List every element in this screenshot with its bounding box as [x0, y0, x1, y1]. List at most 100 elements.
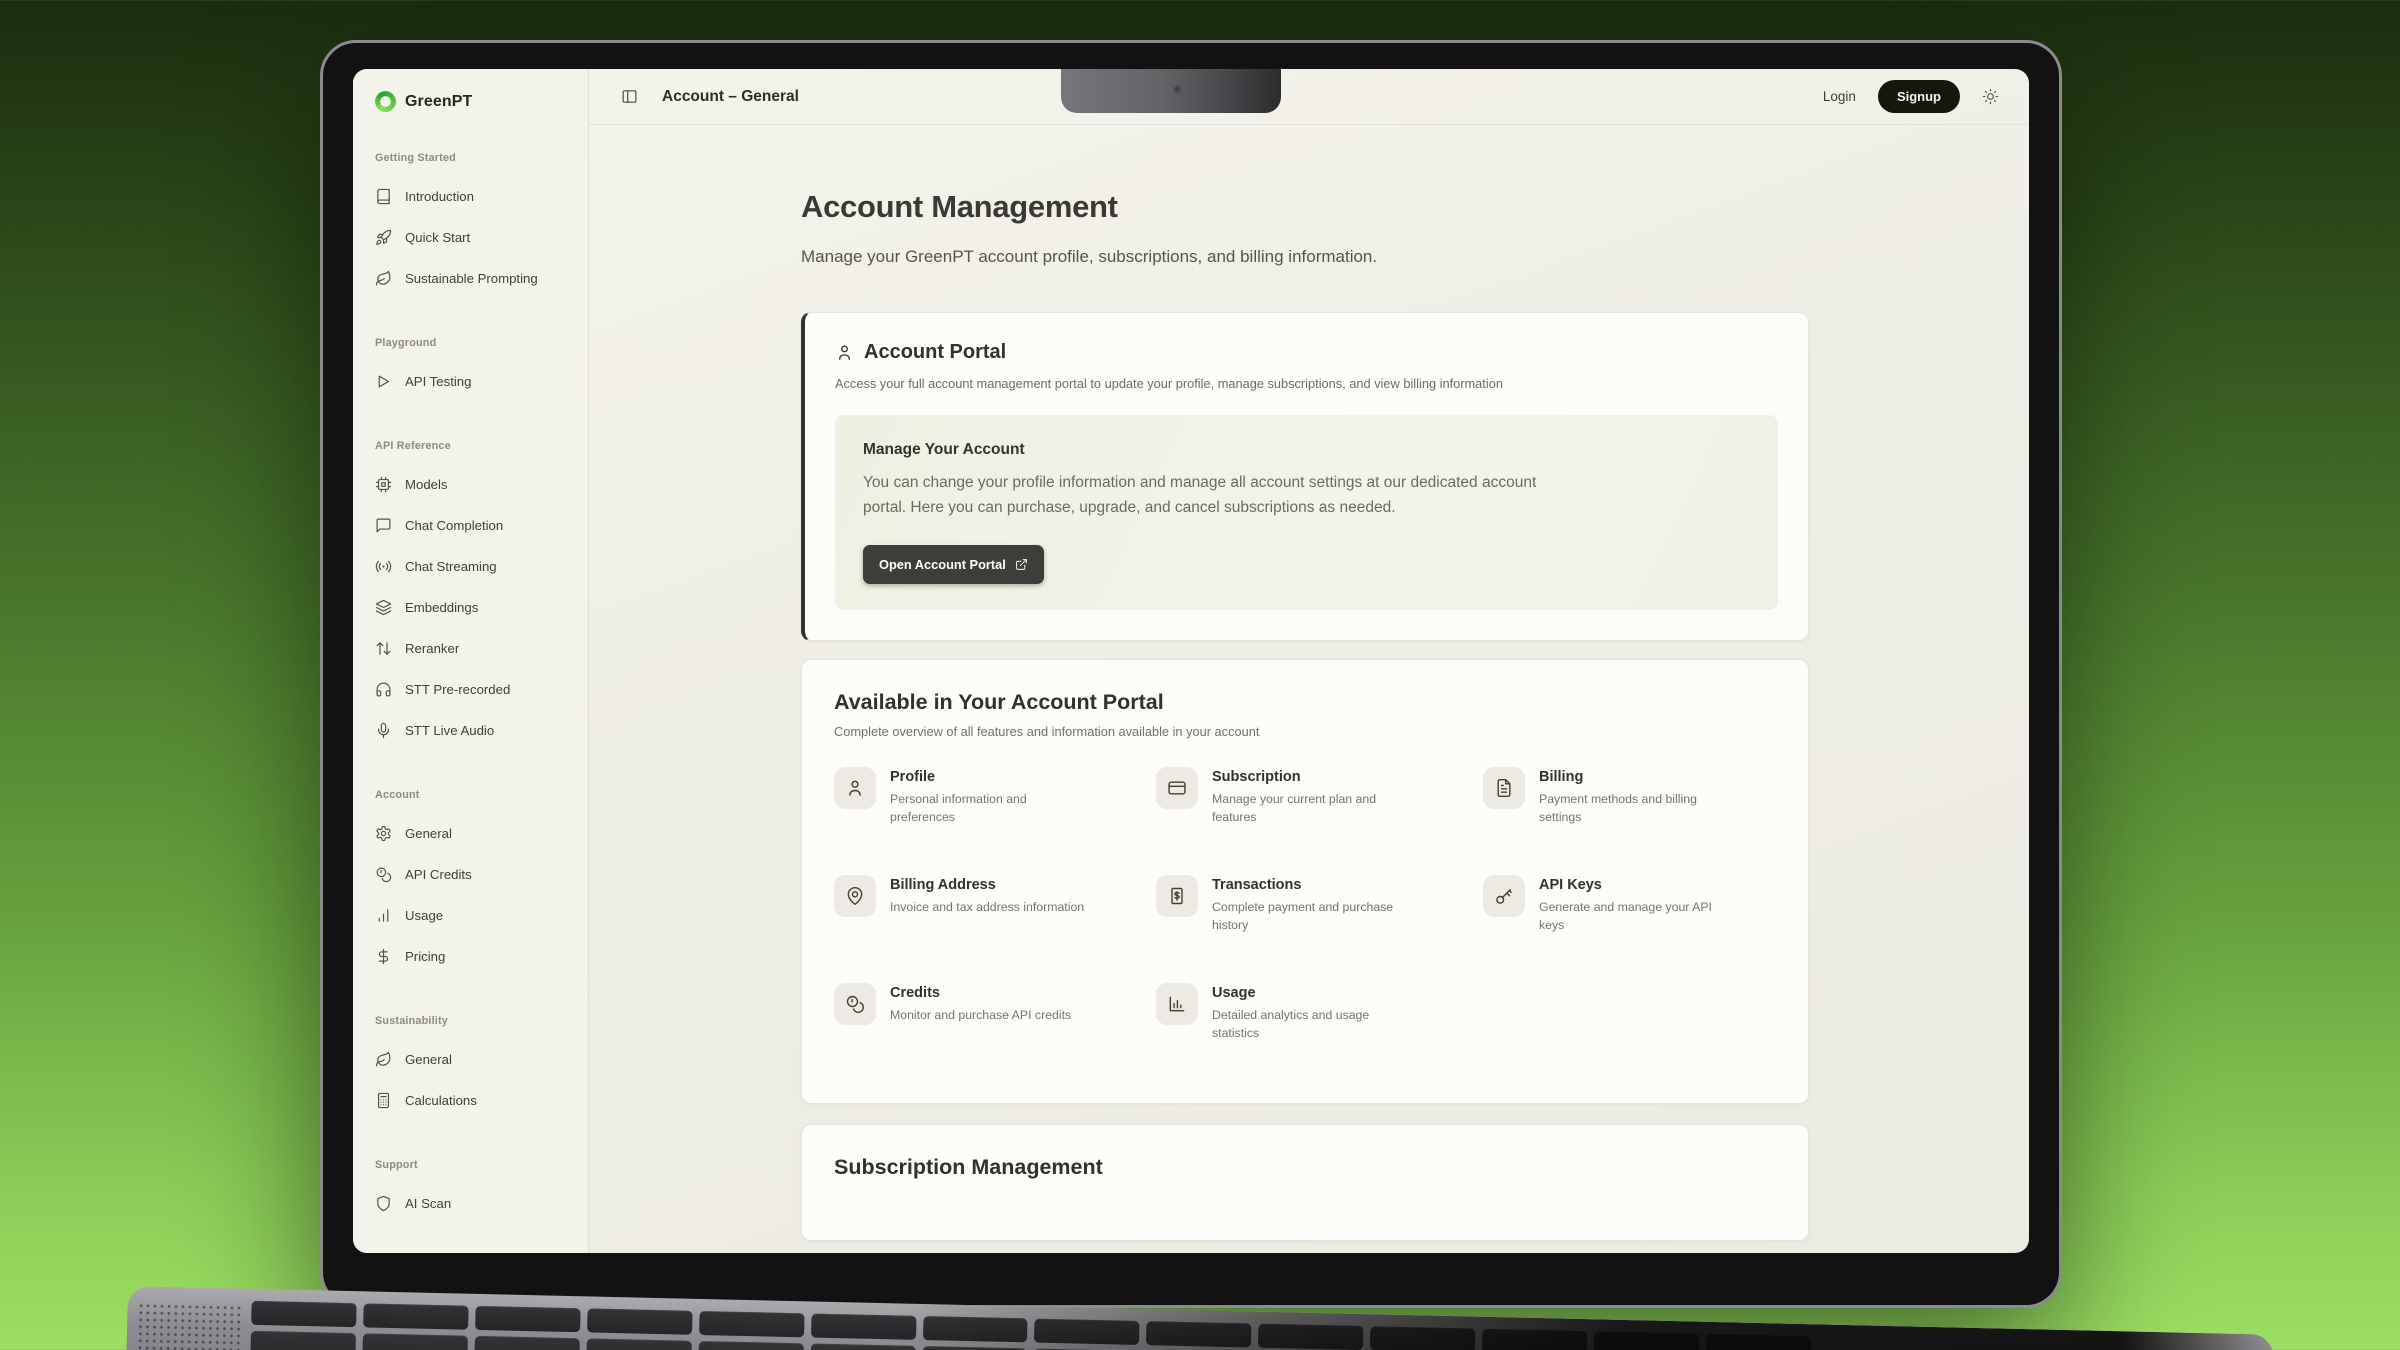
chip-icon	[375, 476, 392, 493]
sidebar: GreenPT Getting Started Introduction Quick…	[353, 69, 589, 1253]
chart-icon	[1167, 994, 1187, 1014]
feature-description: Payment methods and billing settings	[1539, 790, 1734, 827]
manage-account-body: You can change your profile information …	[863, 471, 1583, 521]
sidebar-item-label: Reranker	[405, 641, 459, 656]
sidebar-section-api-reference: API Reference Models Chat Completion Chat S…	[369, 440, 574, 751]
sidebar-item-label: Chat Completion	[405, 518, 503, 533]
sidebar-section-label: Support	[369, 1159, 574, 1171]
sidebar-item-usage[interactable]: Usage	[369, 895, 574, 936]
sidebar-item-general[interactable]: General	[369, 813, 574, 854]
topbar-actions: Login Signup	[1823, 80, 1999, 113]
calculator-icon	[375, 1092, 392, 1109]
manage-account-title: Manage Your Account	[863, 441, 1750, 459]
key-icon	[1494, 886, 1514, 906]
feature-icon-tile	[1483, 767, 1525, 809]
sidebar-item-label: General	[405, 826, 452, 841]
laptop-lid: GreenPT Getting Started Introduction Quick…	[320, 40, 2062, 1308]
feature-item-billing-address[interactable]: Billing AddressInvoice and tax address i…	[834, 875, 1156, 967]
greenpt-logo-icon	[375, 91, 396, 112]
play-icon	[375, 373, 392, 390]
feature-item-usage[interactable]: UsageDetailed analytics and usage statis…	[1156, 983, 1483, 1075]
sidebar-section-label: API Reference	[369, 440, 574, 452]
mic-icon	[375, 722, 392, 739]
sidebar-item-models[interactable]: Models	[369, 464, 574, 505]
map-pin-icon	[845, 886, 865, 906]
sidebar-section-label: Playground	[369, 337, 574, 349]
page-breadcrumb-title: Account – General	[662, 88, 799, 106]
rocket-icon	[375, 229, 392, 246]
sidebar-item-api-testing[interactable]: API Testing	[369, 361, 574, 402]
feature-title: Profile	[890, 769, 1085, 785]
sidebar-item-quick-start[interactable]: Quick Start	[369, 217, 574, 258]
sidebar-item-label: API Credits	[405, 867, 472, 882]
feature-title: Transactions	[1212, 877, 1407, 893]
sidebar-section-playground: Playground API Testing	[369, 337, 574, 402]
feature-text: Billing Payment methods and billing setti…	[1539, 767, 1734, 859]
subscription-management-title: Subscription Management	[834, 1155, 1776, 1180]
open-account-portal-button[interactable]: Open Account Portal	[863, 545, 1044, 584]
sidebar-item-chat-streaming[interactable]: Chat Streaming	[369, 546, 574, 587]
feature-title: Billing Address	[890, 877, 1084, 893]
feature-item-transactions[interactable]: TransactionsComplete payment and purchas…	[1156, 875, 1483, 967]
credit-card-icon	[1167, 778, 1187, 798]
sun-icon[interactable]	[1982, 88, 1999, 105]
sidebar-section-sustainability: Sustainability General Calculations	[369, 1015, 574, 1121]
sidebar-item-ai-scan[interactable]: AI Scan	[369, 1183, 574, 1224]
signup-button[interactable]: Signup	[1878, 80, 1960, 113]
feature-title: Subscription	[1212, 769, 1407, 785]
sidebar-item-api-credits[interactable]: API Credits	[369, 854, 574, 895]
subscription-management-card: Subscription Management	[801, 1124, 1809, 1241]
external-link-icon	[1015, 558, 1028, 571]
open-account-portal-label: Open Account Portal	[879, 557, 1006, 572]
login-link[interactable]: Login	[1823, 89, 1856, 104]
sidebar-item-label: Introduction	[405, 189, 474, 204]
sidebar-item-stt-live-audio[interactable]: STT Live Audio	[369, 710, 574, 751]
sidebar-item-label: Calculations	[405, 1093, 477, 1108]
brand-logo[interactable]: GreenPT	[369, 87, 574, 114]
sidebar-section-label: Sustainability	[369, 1015, 574, 1027]
sidebar-item-embeddings[interactable]: Embeddings	[369, 587, 574, 628]
sidebar-item-label: STT Live Audio	[405, 723, 494, 738]
sidebar-item-label: AI Scan	[405, 1196, 451, 1211]
panel-left-icon[interactable]	[621, 88, 638, 105]
sidebar-item-label: API Testing	[405, 374, 471, 389]
feature-item-billing[interactable]: Billing Payment methods and billing setti…	[1483, 767, 1776, 859]
feature-description: Personal information and preferences	[890, 790, 1085, 827]
page-title: Account Management	[801, 189, 1809, 225]
feature-description: Detailed analytics and usage statistics	[1212, 1006, 1407, 1043]
feature-icon-tile	[834, 875, 876, 917]
sort-icon	[375, 640, 392, 657]
user-icon	[845, 778, 865, 798]
dollar-icon	[375, 948, 392, 965]
sidebar-item-sustainable-prompting[interactable]: Sustainable Prompting	[369, 258, 574, 299]
feature-item-credits[interactable]: CreditsMonitor and purchase API credits	[834, 983, 1156, 1075]
feature-icon-tile	[834, 983, 876, 1025]
sidebar-item-chat-completion[interactable]: Chat Completion	[369, 505, 574, 546]
sidebar-item-label: Sustainable Prompting	[405, 271, 538, 286]
feature-title: Billing	[1539, 769, 1734, 785]
available-features-card: Available in Your Account Portal Complet…	[801, 659, 1809, 1104]
broadcast-icon	[375, 558, 392, 575]
feature-icon-tile	[1156, 875, 1198, 917]
feature-icon-tile	[834, 767, 876, 809]
sidebar-item-label: Quick Start	[405, 230, 470, 245]
sidebar-item-label: Chat Streaming	[405, 559, 497, 574]
account-portal-header: Account Portal	[835, 341, 1778, 364]
feature-item-api-keys[interactable]: API KeysGenerate and manage your API key…	[1483, 875, 1776, 967]
sidebar-item-pricing[interactable]: Pricing	[369, 936, 574, 977]
sidebar-section-label: Account	[369, 789, 574, 801]
laptop-screen: GreenPT Getting Started Introduction Quick…	[353, 69, 2029, 1253]
leaf-icon	[375, 1051, 392, 1068]
available-features-subtitle: Complete overview of all features and in…	[834, 724, 1776, 739]
sidebar-item-general[interactable]: General	[369, 1039, 574, 1080]
shield-icon	[375, 1195, 392, 1212]
sidebar-section-label: Getting Started	[369, 152, 574, 164]
feature-item-subscription[interactable]: SubscriptionManage your current plan and…	[1156, 767, 1483, 859]
sidebar-item-stt-pre-recorded[interactable]: STT Pre-recorded	[369, 669, 574, 710]
feature-item-profile[interactable]: Profile Personal information and preferen…	[834, 767, 1156, 859]
sidebar-item-label: Embeddings	[405, 600, 478, 615]
sidebar-item-calculations[interactable]: Calculations	[369, 1080, 574, 1121]
sidebar-item-reranker[interactable]: Reranker	[369, 628, 574, 669]
sidebar-item-introduction[interactable]: Introduction	[369, 176, 574, 217]
feature-icon-tile	[1483, 875, 1525, 917]
